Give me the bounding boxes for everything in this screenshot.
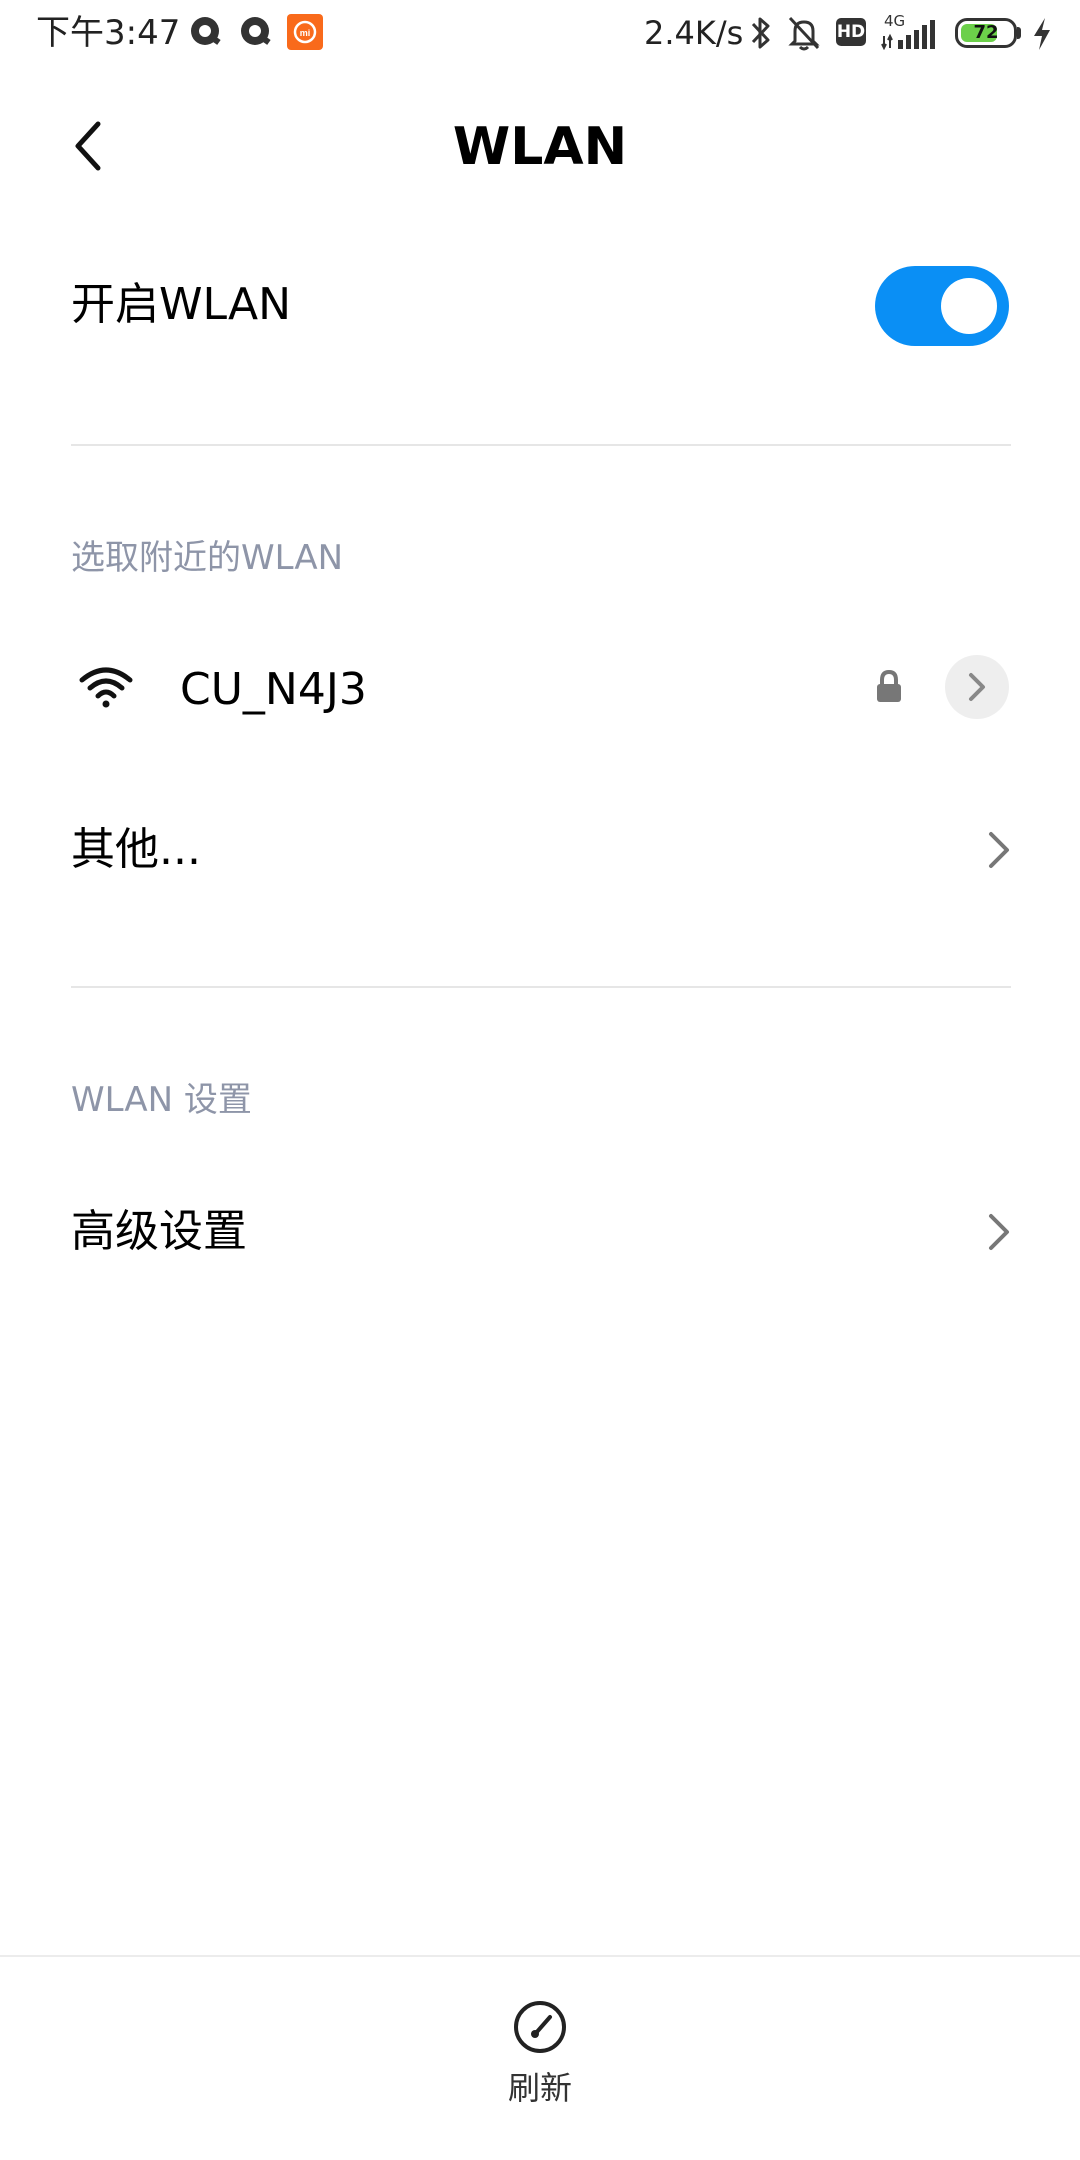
wlan-toggle-label: 开启WLAN	[71, 279, 292, 330]
wlan-switch-knob	[941, 278, 997, 334]
notification-q-icon	[191, 17, 221, 45]
refresh-label: 刷新	[507, 2069, 572, 2107]
chevron-right-icon	[989, 832, 1009, 868]
hd-icon: HD	[836, 18, 866, 46]
battery-nub	[1017, 27, 1021, 39]
other-network-item[interactable]: 其他...	[0, 790, 1080, 910]
network-speed: 2.4K/s	[644, 14, 744, 52]
network-ssid: CU_N4J3	[180, 664, 367, 715]
battery-icon: 72	[955, 18, 1017, 48]
mi-app-icon: mi	[287, 14, 323, 50]
page-title: WLAN	[452, 117, 628, 177]
divider	[71, 986, 1011, 988]
bluetooth-icon	[751, 17, 770, 49]
network-details-button[interactable]	[945, 655, 1009, 719]
refresh-button[interactable]	[460, 1985, 620, 2135]
battery-level-text: 72	[973, 22, 999, 43]
advanced-settings-item[interactable]: 高级设置	[0, 1172, 1080, 1292]
signal-icon	[881, 20, 935, 50]
notification-q-icon	[241, 17, 271, 45]
other-network-label: 其他...	[71, 824, 201, 875]
advanced-settings-label: 高级设置	[71, 1206, 247, 1257]
network-list-item[interactable]: CU_N4J3	[0, 630, 1080, 745]
status-bar: 下午3:47 mi 2.4K/s HD 4G 72	[0, 0, 1080, 70]
lock-icon	[877, 669, 901, 702]
mute-bell-icon	[788, 16, 820, 51]
wifi-icon	[79, 667, 133, 708]
wlan-switch[interactable]	[875, 266, 1009, 346]
settings-section-label: WLAN 设置	[71, 1080, 252, 1120]
svg-text:mi: mi	[300, 28, 311, 38]
status-time: 下午3:47	[36, 13, 181, 53]
nearby-section-label: 选取附近的WLAN	[71, 538, 344, 578]
chevron-right-icon	[989, 1214, 1009, 1250]
charging-icon	[1034, 18, 1050, 50]
divider	[71, 444, 1011, 446]
chevron-right-icon	[969, 673, 985, 701]
refresh-icon	[514, 2001, 566, 2053]
